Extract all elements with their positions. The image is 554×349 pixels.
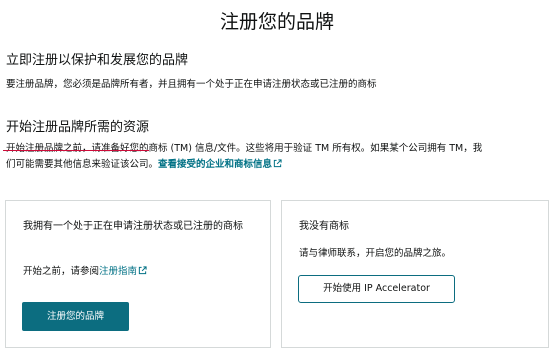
resources-text-line-2-text: 们可能需要其他信息来验证该公司。 xyxy=(6,159,159,170)
has-trademark-card-title: 我拥有一个处于正在申请注册状态或已注册的商标 xyxy=(23,221,243,232)
protect-section-heading: 立即注册以保护和发展您的品牌 xyxy=(6,53,189,68)
resources-section-text: 开始注册品牌之前，请准备好您的商标 (TM) 信息/文件。这些将用于验证 TM … xyxy=(6,141,551,174)
ip-accelerator-button[interactable]: 开始使用 IP Accelerator xyxy=(298,275,455,303)
has-trademark-card: 我拥有一个处于正在申请注册状态或已注册的商标 开始之前，请参阅注册指南 注册您的… xyxy=(5,200,271,348)
no-trademark-card: 我没有商标 请与律师联系，开启您的品牌之旅。 开始使用 IP Accelerat… xyxy=(281,200,549,348)
accepted-business-trademark-link-label: 查看接受的企业和商标信息 xyxy=(158,159,273,170)
registration-guide-prefix: 开始之前，请参阅 xyxy=(23,266,100,277)
register-brand-button[interactable]: 注册您的品牌 xyxy=(22,302,129,331)
resources-section-heading: 开始注册品牌所需的资源 xyxy=(6,120,150,135)
resources-text-line-2: 们可能需要其他信息来验证该公司。查看接受的企业和商标信息 xyxy=(6,157,551,174)
external-link-icon xyxy=(273,158,282,174)
page-title: 注册您的品牌 xyxy=(219,11,334,33)
registration-guide-link[interactable]: 注册指南 xyxy=(99,266,147,277)
resources-text-line-1: 开始注册品牌之前，请准备好您的商标 (TM) 信息/文件。这些将用于验证 TM … xyxy=(6,141,551,157)
registration-guide-text: 开始之前，请参阅注册指南 xyxy=(23,264,147,281)
accepted-business-trademark-link[interactable]: 查看接受的企业和商标信息 xyxy=(158,159,282,170)
no-trademark-card-title: 我没有商标 xyxy=(299,221,349,232)
no-trademark-card-text: 请与律师联系，开启您的品牌之旅。 xyxy=(299,248,452,259)
protect-section-text: 要注册品牌，您必须是品牌所有者，并且拥有一个处于正在申请注册状态或已注册的商标 xyxy=(6,79,377,90)
registration-guide-link-label: 注册指南 xyxy=(99,266,138,277)
resources-strike-text: 开始注册品牌之前，请准备好您的 xyxy=(6,143,149,154)
resources-text-continued: 商标 (TM) 信息/文件。这些将用于验证 TM 所有权。如果某个公司拥有 TM… xyxy=(148,143,483,154)
external-link-icon xyxy=(138,265,147,281)
